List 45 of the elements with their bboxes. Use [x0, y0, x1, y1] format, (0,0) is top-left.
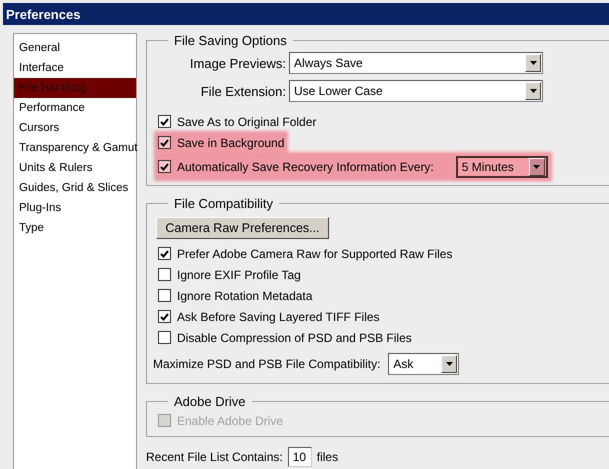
- caret-icon: [533, 164, 540, 168]
- checkbox-label: Enable Adobe Drive: [177, 414, 284, 428]
- sidebar-item[interactable]: Transparency & Gamut: [14, 138, 136, 158]
- sidebar-item[interactable]: Type: [14, 218, 136, 238]
- field-label: File Extension:: [200, 84, 286, 98]
- field-label: Recent File List Contains:: [146, 450, 283, 464]
- field-label: Maximize PSD and PSB File Compatibility:: [153, 357, 380, 371]
- checkbox[interactable]: [158, 310, 171, 323]
- checkbox-label: Prefer Adobe Camera Raw for Supported Raw Files: [177, 246, 452, 260]
- checkbox[interactable]: [158, 136, 171, 149]
- checkbox-label: Ignore EXIF Profile Tag: [177, 268, 301, 282]
- number-field[interactable]: 10: [288, 447, 312, 467]
- checkbox-label: Automatically Save Recovery Information Every:: [177, 160, 434, 174]
- sidebar-item[interactable]: Interface: [14, 58, 136, 78]
- sidebar-item[interactable]: Cursors: [14, 118, 136, 138]
- checkbox[interactable]: [158, 331, 171, 344]
- camera-raw-button[interactable]: Camera Raw Preferences...: [156, 217, 329, 239]
- sidebar-item[interactable]: Units & Rulers: [14, 158, 136, 178]
- dropdown[interactable]: 5 Minutes: [456, 156, 548, 178]
- sidebar-item[interactable]: General: [14, 38, 136, 58]
- caret-icon: [530, 61, 536, 65]
- checkbox-label: Ignore Rotation Metadata: [177, 288, 312, 302]
- unit-label: files: [316, 450, 338, 464]
- group-title: File Compatibility: [173, 196, 274, 211]
- sidebar-item[interactable]: Guides, Grid & Slices: [14, 178, 136, 198]
- checkbox[interactable]: [158, 115, 171, 128]
- checkbox-label: Ask Before Saving Layered TIFF Files: [177, 310, 380, 324]
- field-label: Image Previews:: [188, 56, 286, 70]
- checkbox[interactable]: [158, 160, 171, 173]
- window-title: Preferences: [3, 3, 609, 25]
- checkbox-label: Disable Compression of PSD and PSB Files: [177, 330, 412, 344]
- sidebar-item[interactable]: Plug-Ins: [14, 198, 136, 218]
- checkbox[interactable]: [158, 289, 171, 302]
- checkbox[interactable]: [158, 247, 171, 260]
- checkbox-label: Save in Background: [177, 136, 284, 150]
- checkbox-label: Save As to Original Folder: [177, 114, 316, 128]
- caret-icon: [446, 362, 453, 366]
- sidebar-item[interactable]: Performance: [14, 98, 136, 118]
- dropdown[interactable]: Use Lower Case: [289, 80, 543, 102]
- checkbox[interactable]: [158, 268, 171, 281]
- dropdown[interactable]: Always Save: [289, 52, 543, 74]
- caret-icon: [530, 89, 536, 93]
- group-title: File Saving Options: [173, 33, 288, 48]
- dropdown[interactable]: Ask: [388, 353, 460, 375]
- group-title: Adobe Drive: [173, 394, 247, 409]
